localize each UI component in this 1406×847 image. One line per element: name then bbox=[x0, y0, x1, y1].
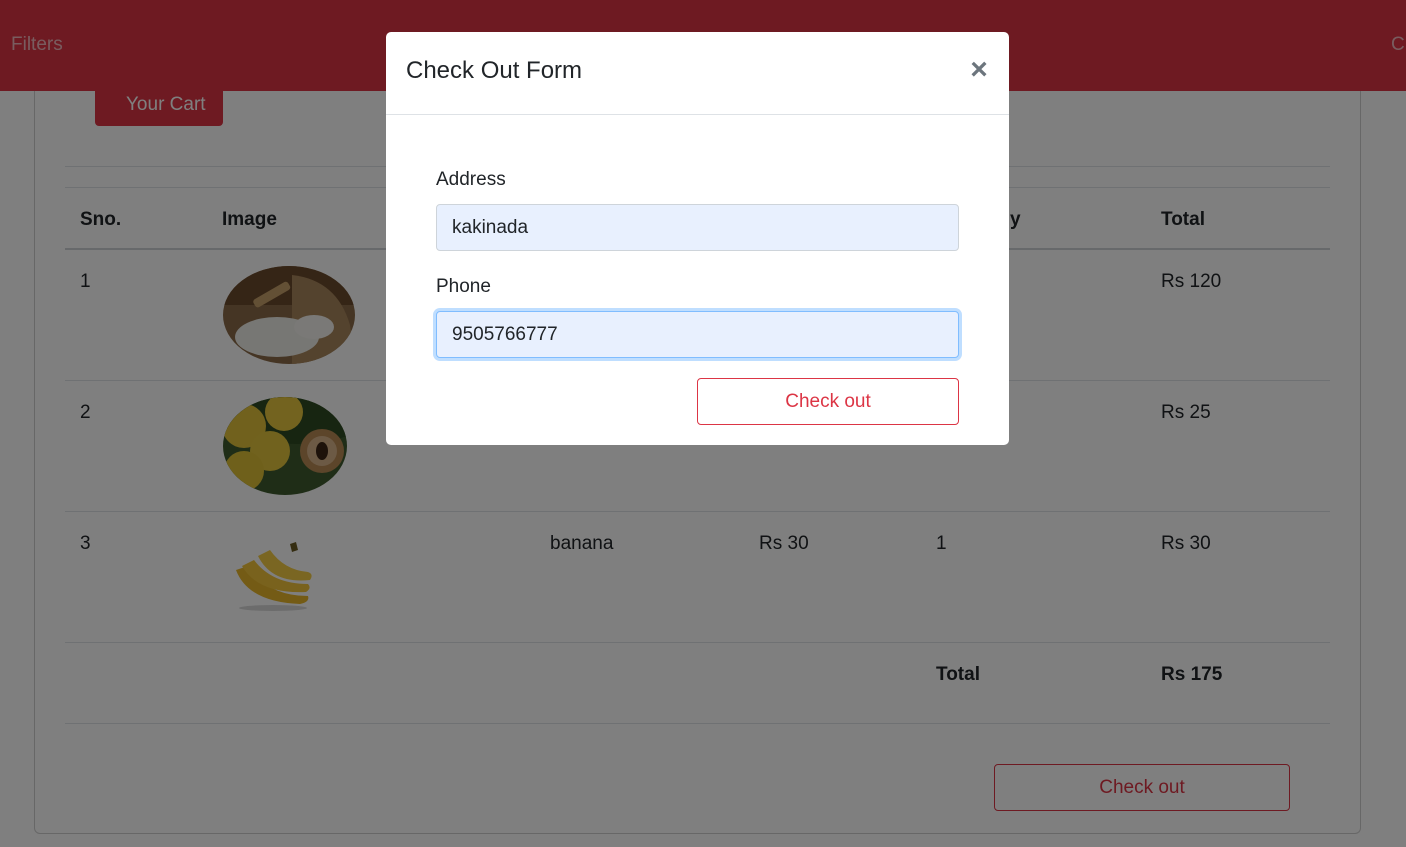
close-icon[interactable]: × bbox=[966, 53, 992, 87]
checkout-submit-button[interactable]: Check out bbox=[697, 378, 959, 425]
checkout-modal: Check Out Form × Address Phone Check out bbox=[386, 32, 1009, 445]
address-input[interactable] bbox=[436, 204, 959, 251]
modal-header: Check Out Form × bbox=[386, 32, 1009, 115]
modal-title: Check Out Form bbox=[406, 57, 583, 84]
address-label: Address bbox=[436, 169, 506, 190]
phone-label: Phone bbox=[436, 276, 491, 297]
phone-input[interactable] bbox=[436, 311, 959, 358]
